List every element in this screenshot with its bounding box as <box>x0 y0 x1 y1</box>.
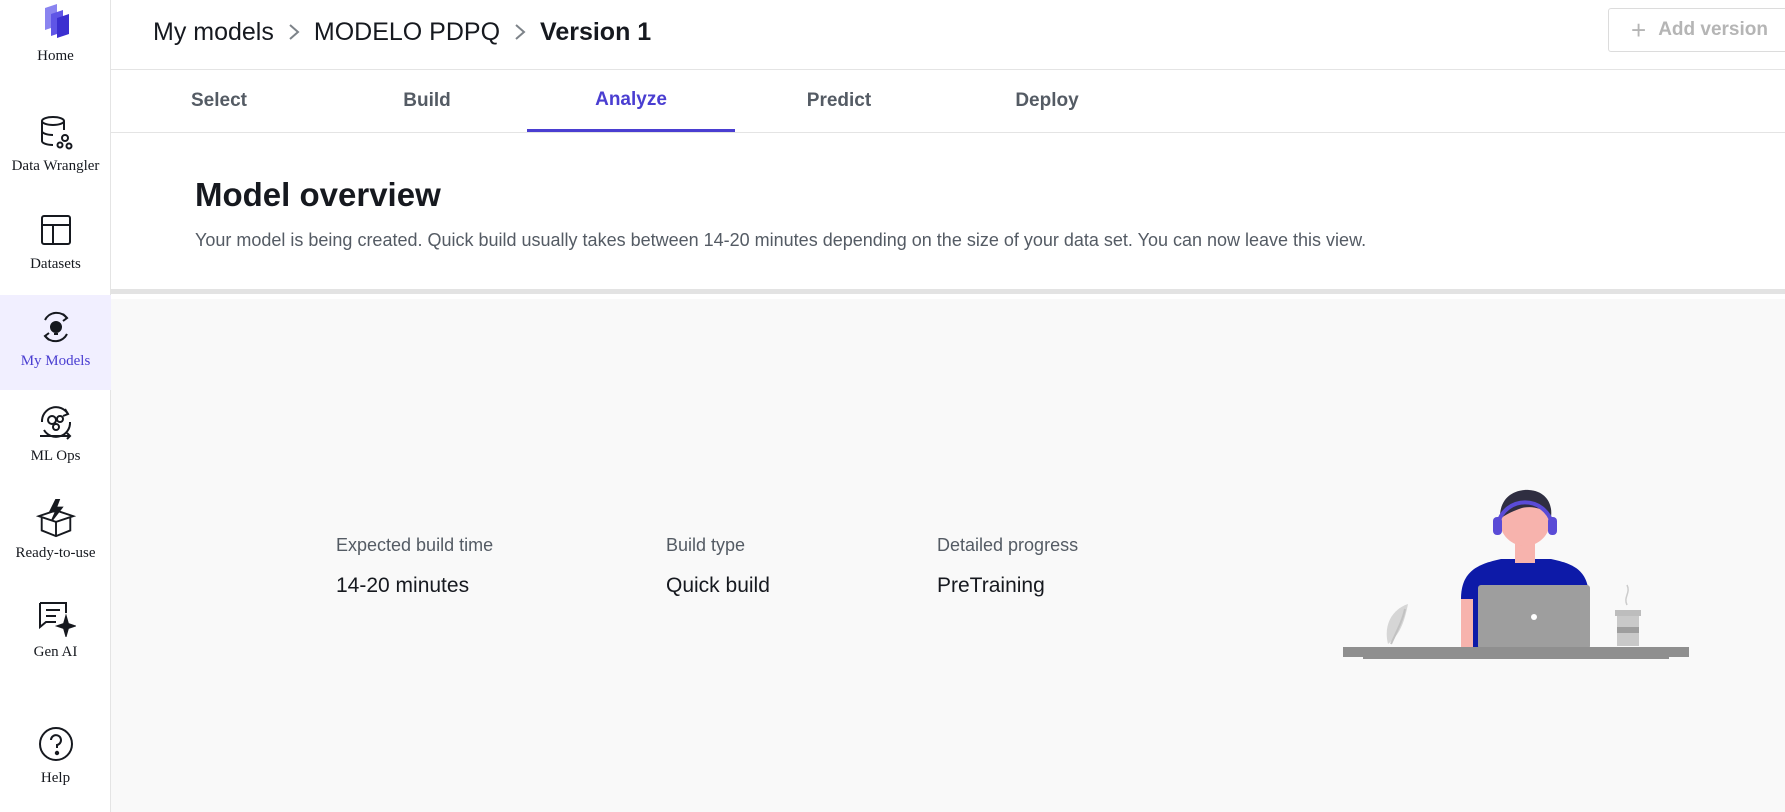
expected-build-time-label: Expected build time <box>336 535 494 555</box>
breadcrumb: My models MODELO PDPQ Version 1 <box>153 14 651 50</box>
breadcrumb-my-models[interactable]: My models <box>153 18 274 47</box>
chevron-right-icon <box>288 23 300 41</box>
person-at-laptop-illustration <box>1343 459 1703 664</box>
top-bar: My models MODELO PDPQ Version 1 + Add ve… <box>111 0 1785 70</box>
plus-icon: + <box>1631 15 1647 45</box>
box-lightning-icon <box>35 499 76 539</box>
build-type: Build type Quick build <box>666 535 770 598</box>
workflow-tabs: Select Build Analyze Predict Deploy <box>111 70 1785 133</box>
sidebar-item-label: Home <box>37 48 74 64</box>
add-version-label: Add version <box>1658 19 1768 40</box>
sidebar-item-label: Gen AI <box>33 644 78 660</box>
sidebar-item-label: Ready-to-use <box>15 545 96 561</box>
canvas-logo-icon <box>36 2 76 42</box>
detailed-progress-value: PreTraining <box>937 574 1045 597</box>
expected-build-time: Expected build time 14-20 minutes <box>336 535 493 598</box>
detailed-progress: Detailed progress PreTraining <box>937 535 1078 598</box>
sidebar-item-label: ML Ops <box>30 448 81 464</box>
sidebar-item-label: Data Wrangler <box>11 158 100 174</box>
ml-ops-icon <box>36 402 76 442</box>
expected-build-time-value: 14-20 minutes <box>336 574 470 597</box>
sidebar: Home Data Wrangler Datasets My Models ML… <box>0 0 111 812</box>
sidebar-item-my-models[interactable]: My Models <box>0 295 111 390</box>
overview-description: Your model is being created. Quick build… <box>195 230 1367 250</box>
help-circle-icon <box>36 724 76 764</box>
build-type-value: Quick build <box>666 574 770 597</box>
table-icon <box>36 210 76 250</box>
sidebar-item-home[interactable]: Home <box>0 2 111 82</box>
tab-deploy[interactable]: Deploy <box>943 70 1151 132</box>
tab-predict[interactable]: Predict <box>735 70 943 132</box>
breadcrumb-model-name[interactable]: MODELO PDPQ <box>314 18 500 47</box>
model-bulb-icon <box>36 307 76 347</box>
sidebar-item-ready-to-use[interactable]: Ready-to-use <box>0 499 111 579</box>
page-title: Model overview <box>195 176 441 213</box>
tab-analyze[interactable]: Analyze <box>527 70 735 132</box>
model-overview-section: Model overview Your model is being creat… <box>111 134 1785 294</box>
sidebar-item-label: My Models <box>20 353 91 369</box>
detailed-progress-label: Detailed progress <box>937 535 1079 555</box>
tab-select[interactable]: Select <box>115 70 323 132</box>
sidebar-item-help[interactable]: Help <box>0 724 111 804</box>
build-type-label: Build type <box>666 535 746 555</box>
sidebar-item-ml-ops[interactable]: ML Ops <box>0 402 111 482</box>
chevron-right-icon <box>514 23 526 41</box>
sidebar-item-data-wrangler[interactable]: Data Wrangler <box>0 112 111 192</box>
database-icon <box>36 112 76 152</box>
breadcrumb-version: Version 1 <box>540 17 652 46</box>
add-version-button[interactable]: + Add version <box>1608 8 1785 52</box>
sidebar-item-label: Help <box>40 770 71 786</box>
sidebar-item-datasets[interactable]: Datasets <box>0 210 111 290</box>
sidebar-item-gen-ai[interactable]: Gen AI <box>0 598 111 678</box>
chat-sparkle-icon <box>36 598 76 638</box>
tab-build[interactable]: Build <box>323 70 531 132</box>
sidebar-item-label: Datasets <box>30 256 81 272</box>
build-status-panel: Expected build time 14-20 minutes Build … <box>111 299 1785 812</box>
